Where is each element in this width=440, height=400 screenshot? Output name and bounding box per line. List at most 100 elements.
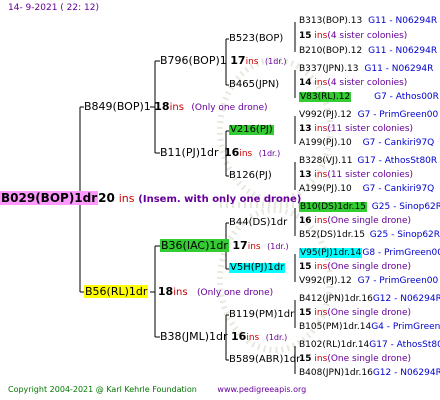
gen4-ref: G25 - Sinop62R [371,202,440,212]
gen4-row[interactable]: V95(PJ)1dr.14G8 - PrimGreen00 [299,248,440,258]
ins-num: 15 [299,354,312,364]
gen4-row[interactable]: B52(DS)1dr.15 G25 - Sinop62R [299,231,440,240]
ins-word: ins [314,262,328,272]
ins-note: (4 sister colonies) [327,31,408,41]
gen3-ins-row: 14 ins(4 sister colonies) [299,79,407,88]
gen3-ins-row: 15 ins(One single drone) [299,309,411,318]
root-ins-num: 20 [98,191,115,205]
gen4-ref: G12 - N06294R [372,294,440,304]
gen4-ref: G11 - N06294R [368,16,438,26]
footer-url[interactable]: www.pedigreeapis.org [217,385,306,394]
gen1-node[interactable]: B56(RL)1dr 18ins (Only one drone) [84,285,273,298]
gen4-ref: G7 - Athos00R [374,92,439,102]
gen4-row[interactable]: B412(JPN)1dr.16G12 - N06294R [299,295,440,304]
gen4-ref: G7 - Cankiri97Q [362,138,435,148]
gen1-ins-word: ins [173,287,188,298]
gen4-row[interactable]: V83(RL).12 G7 - Athos00R [299,92,439,102]
gen4-row[interactable]: A199(PJ).10 G7 - Cankiri97Q [299,185,434,194]
gen2-ins-num: 17 [230,54,246,67]
gen4-row[interactable]: B10(DS)1dr.15 G25 - Sinop62R [299,202,440,212]
ins-note: (One single drone) [327,354,411,364]
gen2-id: B796(BOP)1 [160,54,227,67]
gen4-ref: G8 - PrimGreen00 [362,248,440,258]
gen4-id: A199(PJ).10 [299,184,352,194]
gen4-id: B105(PM)1dr.14 [299,322,372,332]
gen4-ref: G7 - PrimGreen00 [357,276,439,286]
gen2-node[interactable]: B11(PJ)1dr 16ins (1dr.) [160,147,280,159]
gen4-id: B10(DS)1dr.15 [299,202,367,212]
gen4-ref: G17 - AthosSt80R [369,340,440,350]
gen2-note: (1dr.) [267,242,289,251]
gen3-ins-row: 15 ins(One single drone) [299,355,411,364]
ins-num: 16 [299,216,312,226]
gen4-id: B408(JPN)1dr.16 [299,368,373,378]
gen2-id: B11(PJ)1dr [160,146,219,159]
gen1-node[interactable]: B849(BOP)1 18ins (Only one drone) [84,101,268,113]
gen2-note: (1dr.) [258,149,281,158]
ins-num: 13 [299,124,312,134]
ins-word: ins [314,31,328,41]
gen4-id: V95(PJ)1dr.14 [299,248,363,258]
gen2-ins-num: 16 [224,146,240,159]
gen4-row[interactable]: B313(BOP).13 G11 - N06294R [299,17,437,26]
gen3-node[interactable]: V5H(PJ)1dr [229,263,286,273]
gen4-ref: G12 - N06294R [372,368,440,378]
gen3-ins-row: 13 ins(11 sister colonies) [299,171,413,180]
gen4-id: B337(JPN).13 [299,64,359,74]
ins-word: ins [314,124,328,134]
gen3-ins-row: 15 ins(4 sister colonies) [299,32,407,41]
ins-word: ins [314,308,328,318]
gen4-ref: G17 - AthosSt80R [357,156,438,166]
gen2-ins-num: 17 [232,239,248,252]
gen4-id: V992(PJ).12 [299,110,352,120]
gen4-id: B52(DS)1dr.15 [299,230,365,240]
gen2-id: B36(IAC)1dr [160,239,229,252]
gen1-id: B56(RL)1dr [84,285,149,298]
gen3-node[interactable]: B589(ABR)1dr [229,355,300,365]
ins-note: (11 sister colonies) [327,124,414,134]
ins-note: (One single drone) [327,262,411,272]
gen2-node[interactable]: B796(BOP)1 17ins (1dr.) [160,55,287,67]
gen4-row[interactable]: V992(PJ).12 G7 - PrimGreen00 [299,277,438,286]
footer-copyright: Copyright 2004-2021 @ Karl Kehrle Founda… [8,386,306,394]
gen3-node[interactable]: B44(DS)1dr [229,218,287,228]
gen2-ins-word: ins [239,149,253,159]
gen4-row[interactable]: B210(BOP).12 G11 - N06294R [299,47,437,56]
gen4-id: B313(BOP).13 [299,16,363,26]
gen2-note: (1dr.) [265,333,288,342]
gen4-row[interactable]: B408(JPN)1dr.16G12 - N06294R [299,369,440,378]
gen4-ref: G11 - N06294R [368,46,438,56]
gen3-ins-row: 13 ins(11 sister colonies) [299,125,413,134]
gen2-ins-word: ins [246,333,260,343]
ins-word: ins [314,216,328,226]
gen2-id: B38(JML)1dr [160,330,228,343]
root-node[interactable]: B029(BOP)1dr20 ins (Insem. with only one… [0,191,301,205]
gen3-node[interactable]: B523(BOP) [229,34,283,44]
ins-word: ins [314,78,328,88]
copyright-text: Copyright 2004-2021 @ Karl Kehrle Founda… [8,385,197,394]
gen3-ins-row: 15 ins(One single drone) [299,263,411,272]
gen4-id: B102(RL)1dr.14 [299,340,370,350]
ins-word: ins [314,354,328,364]
gen4-id: B328(VJ).11 [299,156,353,166]
pedigree-chart: 14- 9-2021 ( 22: 12) B029(BOP)1dr20 ins … [0,0,440,400]
gen3-node[interactable]: V216(PJ) [229,125,274,135]
gen2-ins-num: 16 [231,330,247,343]
gen4-row[interactable]: A199(PJ).10 G7 - Cankiri97Q [299,139,434,148]
gen4-row[interactable]: B328(VJ).11 G17 - AthosSt80R [299,157,437,166]
ins-note: (11 sister colonies) [327,170,414,180]
gen4-row[interactable]: B337(JPN).13 G11 - N06294R [299,65,433,74]
gen4-row[interactable]: B102(RL)1dr.14G17 - AthosSt80R [299,341,440,350]
ins-num: 15 [299,262,312,272]
gen4-row[interactable]: B105(PM)1dr.14G4 - PrimGreen00 [299,323,440,332]
root-ins-word: ins [118,192,135,205]
ins-num: 14 [299,78,312,88]
gen3-node[interactable]: B119(PM)1dr [229,310,294,320]
gen4-row[interactable]: V992(PJ).12 G7 - PrimGreen00 [299,111,438,120]
gen2-node[interactable]: B38(JML)1dr 16ins (1dr.) [160,331,287,343]
gen3-node[interactable]: B126(PJ) [229,171,272,181]
gen2-node[interactable]: B36(IAC)1dr 17ins (1dr.) [160,239,289,252]
ins-num: 15 [299,31,312,41]
ins-num: 15 [299,308,312,318]
gen3-node[interactable]: B465(JPN) [229,80,279,90]
